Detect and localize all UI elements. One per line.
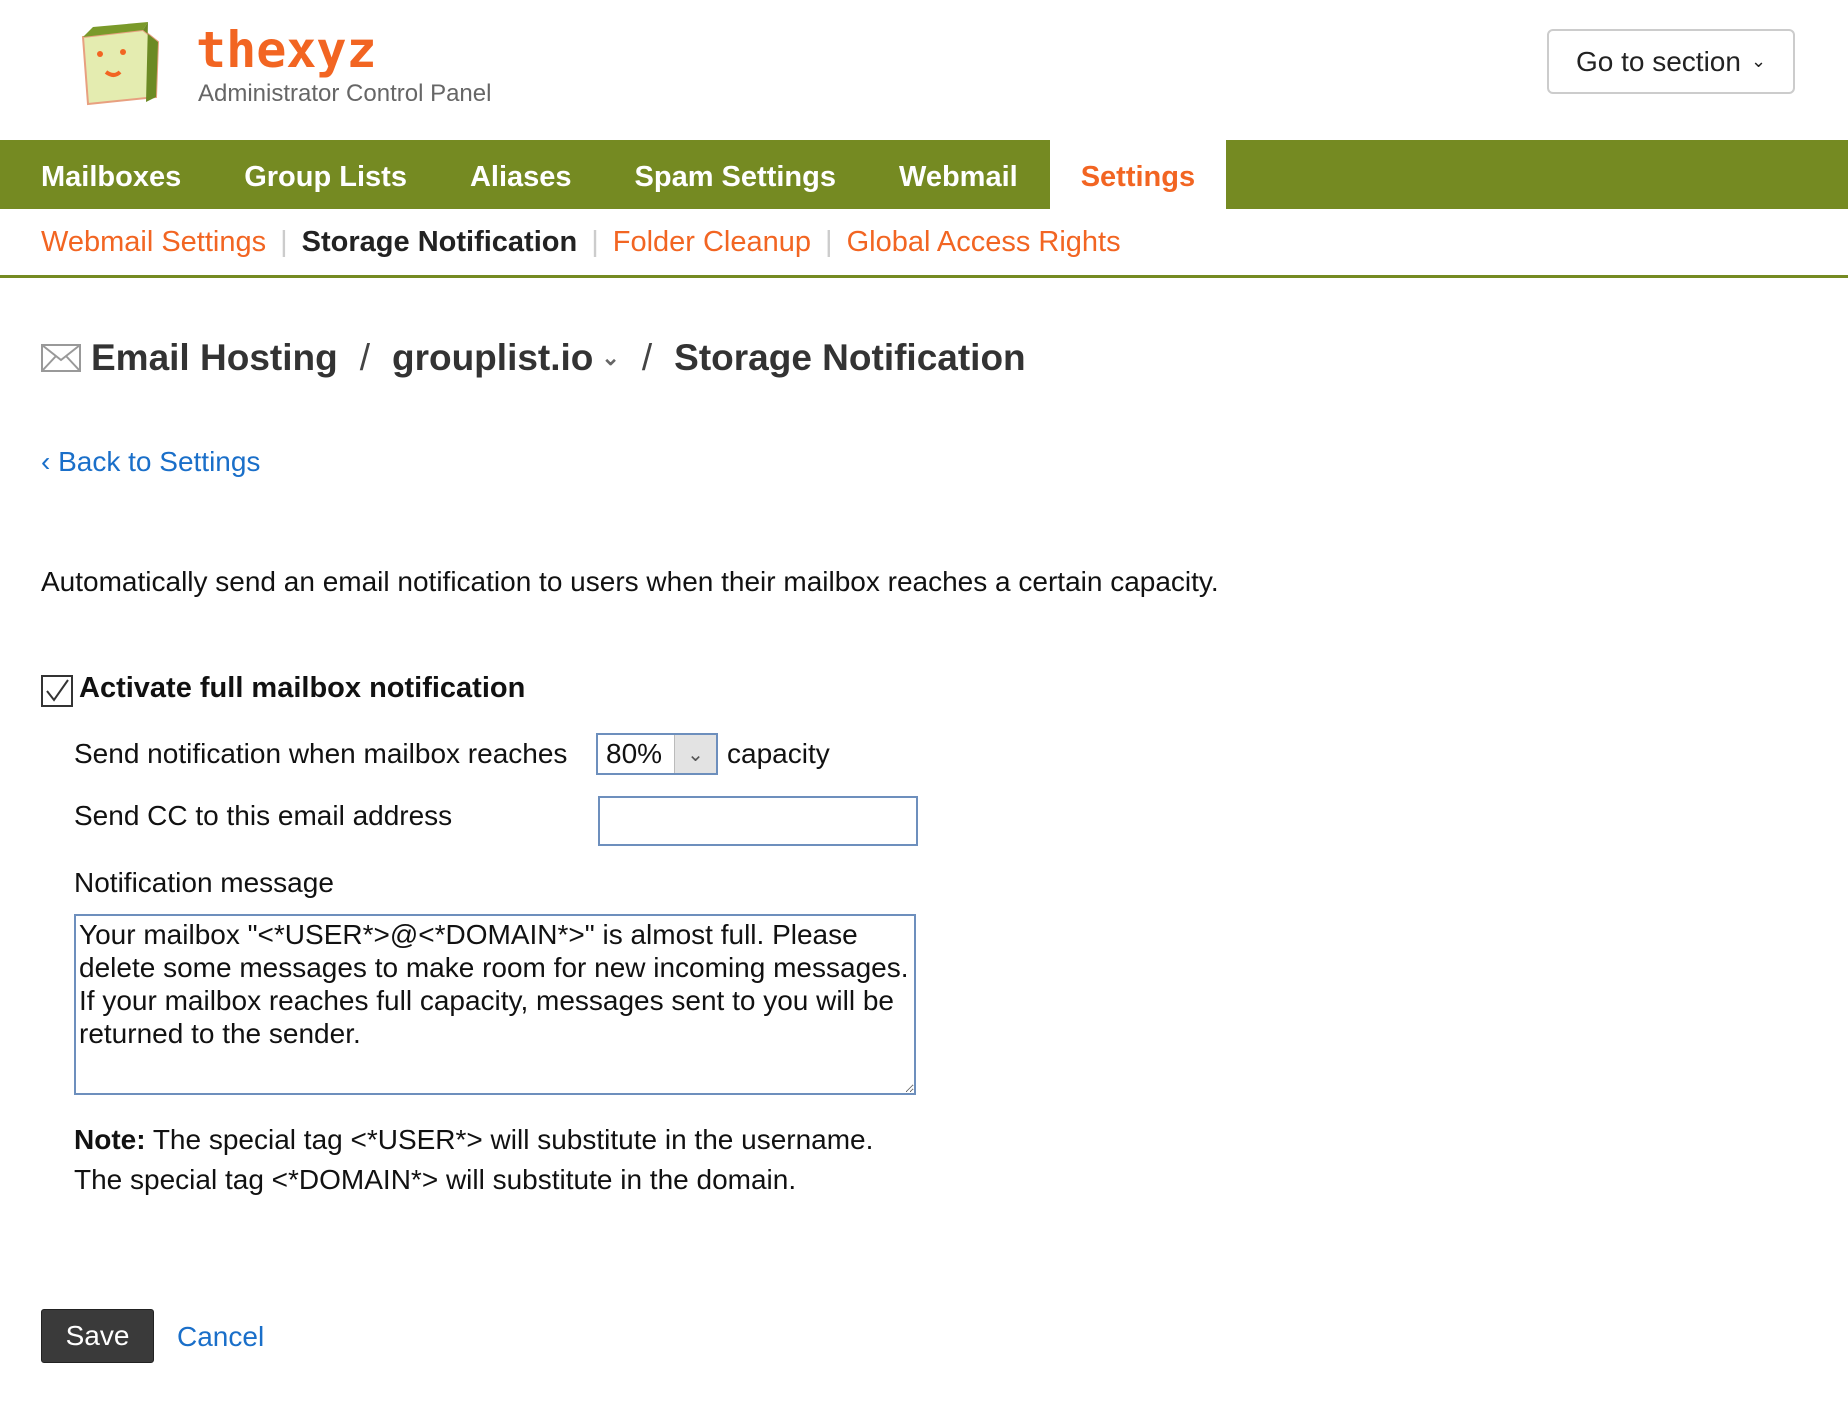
- nav-mailboxes[interactable]: Mailboxes: [41, 140, 181, 209]
- logo-text: thexyz: [196, 21, 377, 79]
- note: Note: The special tag <*USER*> will subs…: [74, 1120, 873, 1200]
- subnav-storage-notification[interactable]: Storage Notification: [302, 226, 578, 259]
- cc-label: Send CC to this email address: [74, 800, 453, 831]
- breadcrumb-separator: /: [641, 337, 653, 378]
- nav-spam-settings[interactable]: Spam Settings: [635, 140, 836, 209]
- threshold-select[interactable]: 80% ⌄: [596, 733, 718, 775]
- breadcrumb-separator: /: [359, 337, 370, 378]
- breadcrumb-current: Storage Notification: [674, 337, 1026, 378]
- message-label: Notification message: [74, 867, 334, 898]
- cc-email-input[interactable]: [598, 796, 918, 846]
- chevron-down-icon: ⌄: [1750, 51, 1767, 71]
- logo[interactable]: thexyz Administrator Control Panel: [78, 12, 538, 112]
- notification-message-textarea[interactable]: Your mailbox "<*USER*>@<*DOMAIN*>" is al…: [74, 914, 916, 1095]
- divider: |: [591, 226, 599, 258]
- subnav-folder-cleanup[interactable]: Folder Cleanup: [613, 226, 811, 259]
- divider: |: [825, 226, 833, 258]
- nav-webmail[interactable]: Webmail: [899, 140, 1018, 209]
- divider: |: [280, 226, 288, 258]
- subnav-webmail-settings[interactable]: Webmail Settings: [41, 226, 266, 259]
- threshold-value: 80%: [606, 738, 663, 769]
- chevron-down-icon[interactable]: ⌄: [601, 345, 619, 371]
- sub-nav: Webmail Settings | Storage Notification | …: [41, 226, 1121, 259]
- cancel-link[interactable]: Cancel: [177, 1321, 264, 1353]
- chevron-down-icon: ⌄: [674, 735, 716, 773]
- breadcrumb: Email Hosting / grouplist.io ⌄ / Storage…: [41, 337, 1026, 379]
- subnav-divider: [0, 275, 1848, 278]
- back-to-settings-link[interactable]: ‹ Back to Settings: [41, 446, 260, 478]
- activate-notification-checkbox[interactable]: [41, 675, 73, 707]
- description: Automatically send an email notification…: [41, 566, 1219, 597]
- breadcrumb-email-hosting[interactable]: Email Hosting: [91, 337, 338, 379]
- save-button[interactable]: Save: [41, 1309, 154, 1363]
- threshold-label: Send notification when mailbox reaches: [74, 738, 568, 769]
- go-to-section-dropdown[interactable]: Go to section ⌄: [1547, 29, 1795, 94]
- activate-notification-label[interactable]: Activate full mailbox notification: [79, 672, 525, 705]
- note-line-1: The special tag <*USER*> will substitute…: [145, 1124, 874, 1155]
- nav-aliases[interactable]: Aliases: [470, 140, 572, 209]
- nav-settings[interactable]: Settings: [1049, 140, 1227, 209]
- go-to-section-label: Go to section: [1575, 45, 1741, 77]
- envelope-icon: [41, 344, 81, 372]
- note-label: Note:: [74, 1124, 146, 1155]
- nav-group-lists[interactable]: Group Lists: [244, 140, 407, 209]
- main-nav: Mailboxes Group Lists Aliases Spam Setti…: [0, 140, 1848, 209]
- note-line-2: The special tag <*DOMAIN*> will substitu…: [74, 1164, 797, 1195]
- breadcrumb-domain[interactable]: grouplist.io: [392, 337, 593, 379]
- logo-subtitle: Administrator Control Panel: [198, 80, 492, 107]
- subnav-global-access-rights[interactable]: Global Access Rights: [847, 226, 1121, 259]
- checkmark-icon: [46, 679, 69, 702]
- threshold-suffix: capacity: [727, 738, 830, 769]
